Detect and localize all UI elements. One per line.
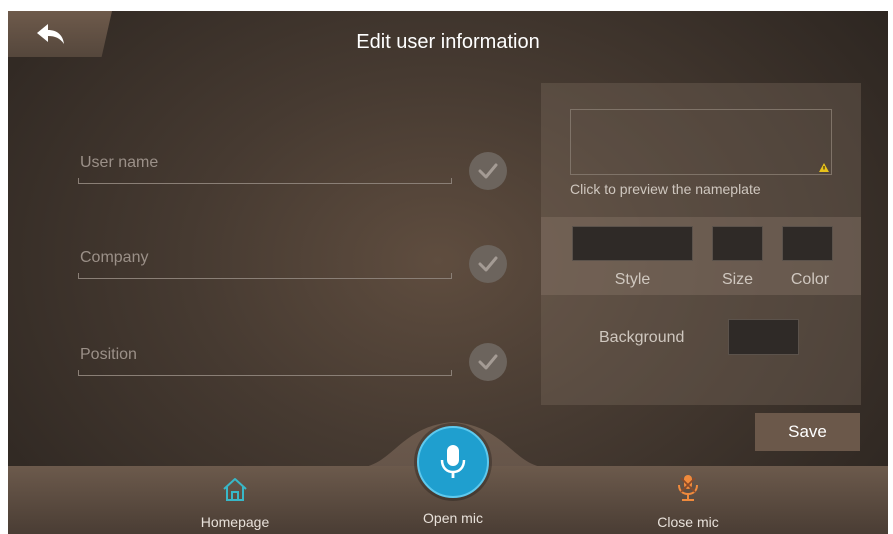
close-mic-label: Close mic	[657, 514, 719, 530]
check-icon	[478, 256, 498, 272]
background-swatch[interactable]	[728, 319, 799, 355]
position-check	[469, 343, 507, 381]
company-check	[469, 245, 507, 283]
app-screen: Edit user information User name Company …	[8, 11, 888, 534]
style-swatch[interactable]	[572, 226, 693, 261]
check-icon	[478, 163, 498, 179]
user-name-underline	[78, 178, 452, 184]
preview-label: Click to preview the nameplate	[570, 181, 761, 197]
nameplate-panel: Click to preview the nameplate Style Siz…	[541, 83, 861, 405]
size-swatch[interactable]	[712, 226, 763, 261]
company-input[interactable]	[78, 244, 452, 272]
check-icon	[478, 354, 498, 370]
nav-close-mic[interactable]: Close mic	[618, 466, 758, 534]
color-label: Color	[790, 271, 830, 288]
company-field	[78, 244, 454, 279]
open-mic-button[interactable]	[417, 426, 489, 498]
position-input[interactable]	[78, 341, 452, 369]
size-label: Size	[721, 271, 754, 288]
mic-off-icon	[678, 475, 698, 501]
color-swatch[interactable]	[782, 226, 833, 261]
position-underline	[78, 370, 452, 376]
style-options: Style Size Color	[541, 217, 861, 295]
open-mic-label: Open mic	[423, 510, 483, 526]
homepage-label: Homepage	[200, 514, 270, 530]
home-icon	[223, 478, 247, 501]
user-name-field	[78, 149, 454, 184]
page-title: Edit user information	[356, 31, 540, 53]
warning-icon	[819, 163, 829, 172]
user-name-check	[469, 152, 507, 190]
position-field	[78, 341, 454, 376]
nav-homepage[interactable]: Homepage	[165, 466, 305, 534]
company-underline	[78, 273, 452, 279]
user-name-input[interactable]	[78, 149, 452, 177]
style-label: Style	[614, 271, 651, 288]
background-label: Background	[599, 329, 685, 346]
top-bar: Edit user information	[8, 11, 888, 71]
nameplate-preview[interactable]	[570, 109, 832, 175]
microphone-icon	[440, 445, 466, 478]
